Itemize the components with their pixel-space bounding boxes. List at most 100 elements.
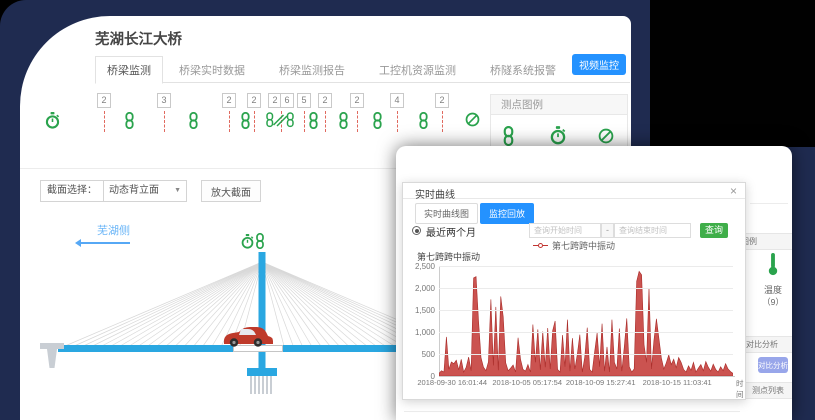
section-select-label: 截面选择： [40, 180, 103, 202]
enlarge-section-button[interactable]: 放大截面 [201, 180, 261, 202]
date-range-separator: - [601, 223, 614, 238]
gridline [439, 310, 733, 311]
sensor-count-badge: 2 [435, 93, 449, 108]
y-tick-label: 500 [403, 350, 435, 359]
x-tick-label: 2018-10-09 15:27:41 [566, 378, 636, 387]
x-tick-label: 2018-10-05 05:17:54 [492, 378, 562, 387]
main-tabbar: 桥梁监测桥梁实时数据 桥梁监测报告 工控机资源监测 桥隧系统报警 [95, 57, 565, 83]
tower-stopwatch-icon [243, 234, 253, 248]
temp-count: （9） [756, 296, 790, 308]
legend-marker-icon [533, 243, 548, 248]
link-icon [502, 126, 515, 146]
temp-label: 温度 [756, 283, 790, 296]
tab-main-4[interactable]: 桥隧系统报警 [490, 62, 556, 78]
sensor-count-badge: 2 [350, 93, 364, 108]
link-icon [338, 112, 349, 129]
sensor-count-badge: 4 [390, 93, 404, 108]
tab-dialog-1[interactable]: 监控回放 [480, 203, 534, 224]
close-icon[interactable]: × [730, 185, 737, 197]
link-icon [240, 112, 251, 129]
gridline [439, 266, 733, 267]
sensor-dash-line [254, 111, 255, 132]
recent-two-months-label: 最近两个月 [426, 224, 476, 239]
sensor-count-badge: 2 [97, 93, 111, 108]
tab-main-3[interactable]: 工控机资源监测 [379, 62, 456, 78]
section-select[interactable]: 动态背立面 ▼ [103, 180, 187, 202]
ban-icon [465, 112, 480, 127]
recent-two-months-radio[interactable] [412, 226, 421, 235]
x-axis-title: 时间 [736, 378, 745, 400]
bg-list-header-text: 测点列表 [752, 386, 784, 395]
sensor-count-badge: 5 [297, 93, 311, 108]
thermometer-icon [767, 252, 779, 276]
stopwatch-icon [550, 126, 566, 145]
tab-main-0[interactable]: 桥梁监测 [95, 56, 163, 84]
sensor-count-badge: 2 [247, 93, 261, 108]
y-tick-label: 2,500 [403, 262, 435, 271]
left-pier-cap [40, 343, 64, 349]
bg-row-line [750, 203, 788, 204]
section-select-value: 动态背立面 [109, 181, 159, 201]
x-tick-label: 2018-10-15 11:03:41 [643, 378, 712, 387]
x-tick-label: 2018-09-30 16:01:44 [417, 378, 487, 387]
dialog-tabbar: 实时曲线图监控回放 [415, 203, 534, 224]
y-tick-label: 1,500 [403, 306, 435, 315]
sensor-count-badge: 3 [157, 93, 171, 108]
sensor-count-badge: 6 [280, 93, 294, 108]
left-pier [47, 349, 57, 368]
compare-analysis-button[interactable]: 对比分析 [758, 357, 788, 373]
dark-region [650, 0, 815, 147]
chevron-down-icon: ▼ [174, 181, 181, 201]
sensor-dash-line [304, 111, 305, 132]
tab-main-2[interactable]: 桥梁监测报告 [279, 62, 345, 78]
sensor-dash-line [325, 111, 326, 132]
vibration-area-chart [439, 266, 733, 376]
gridline [439, 354, 733, 355]
popup-window: 图例 温度 （9） 对比分析 对比分析 测点列表 实时曲线 × 实时曲线图监控回… [396, 146, 792, 420]
bridge-diagram [20, 210, 460, 420]
tab-dialog-0[interactable]: 实时曲线图 [415, 203, 478, 224]
tab-main-1[interactable]: 桥梁实时数据 [179, 62, 245, 78]
dialog-title: 实时曲线 [415, 186, 455, 201]
legend-label: 第七跨跨中振动 [552, 239, 615, 252]
sensor-count-badge: 2 [222, 93, 236, 108]
query-start-input[interactable] [529, 223, 601, 238]
linkslash-icon [266, 112, 294, 128]
link-icon [124, 112, 135, 129]
bridge-deck-left [58, 345, 233, 352]
query-button[interactable]: 查询 [700, 223, 728, 238]
screenshot-stage: 芜湖长江大桥 视频监控 桥梁监测桥梁实时数据 桥梁监测报告 工控机资源监测 桥隧系统报… [0, 0, 815, 420]
tower-link-icon [257, 234, 263, 248]
realtime-curve-dialog: 实时曲线 × 实时曲线图监控回放 最近两个月 - 查询 第七跨跨中振动 第七跨跨… [402, 182, 746, 400]
y-tick-label: 1,000 [403, 328, 435, 337]
bg-temp-legend: 温度 （9） [756, 252, 790, 308]
link-icon [188, 112, 199, 129]
sensor-dash-line [104, 111, 105, 132]
link-icon [418, 112, 429, 129]
sensor-dash-line [229, 111, 230, 132]
gridline [439, 288, 733, 289]
stopwatch-icon [45, 112, 60, 129]
section-controls: 截面选择： 动态背立面 ▼ 放大截面 [40, 180, 261, 202]
tower-piles [251, 376, 271, 394]
video-monitor-button[interactable]: 视频监控 [572, 54, 626, 75]
bg-compare-header-text: 对比分析 [746, 340, 778, 349]
sensor-dash-line [397, 111, 398, 132]
x-axis-line [439, 376, 735, 377]
car [224, 327, 273, 347]
sensor-dash-line [357, 111, 358, 132]
link-icon [372, 112, 383, 129]
query-filter-row: 最近两个月 - 查询 [403, 223, 745, 239]
sensor-count-badge: 2 [318, 93, 332, 108]
gridline [439, 332, 733, 333]
sensor-dash-line [442, 111, 443, 132]
query-end-input[interactable] [614, 223, 691, 238]
point-legend-title: 测点图例 [491, 95, 627, 115]
y-tick-label: 2,000 [403, 284, 435, 293]
page-title: 芜湖长江大桥 [95, 28, 182, 49]
link-icon [308, 112, 319, 129]
sensor-dash-line [164, 111, 165, 132]
ban-icon [598, 128, 614, 144]
tower-pier-cap [247, 368, 277, 376]
bg-row-line [404, 411, 740, 412]
